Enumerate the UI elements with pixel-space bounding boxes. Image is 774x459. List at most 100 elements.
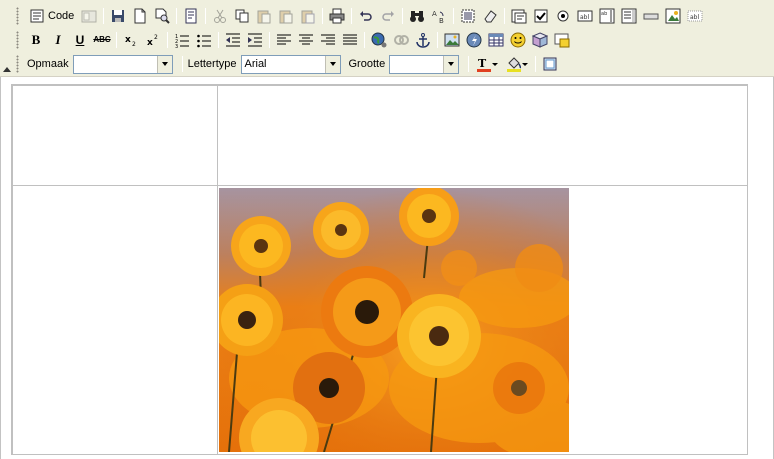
save-icon [112, 10, 125, 22]
bold-button[interactable]: B [25, 29, 47, 51]
svg-text:T: T [478, 57, 487, 70]
unordered-list-button[interactable] [193, 29, 215, 51]
templates-button[interactable] [180, 5, 202, 27]
show-blocks-button[interactable] [539, 53, 561, 75]
toolbar-separator [437, 32, 438, 48]
align-center-button[interactable] [295, 29, 317, 51]
flower-image[interactable] [219, 188, 569, 452]
panes-icon [81, 10, 97, 23]
save-button[interactable] [107, 5, 129, 27]
button-field-button[interactable] [640, 5, 662, 27]
code-view-button[interactable]: Code [25, 5, 78, 27]
strikethrough-button[interactable]: ABC [91, 29, 113, 51]
cut-button[interactable] [209, 5, 231, 27]
remove-link-button[interactable] [390, 29, 412, 51]
toolbar-grip[interactable] [16, 7, 19, 25]
editor-content-area[interactable] [0, 77, 774, 459]
checkbox-button[interactable] [530, 5, 552, 27]
new-document-button[interactable] [129, 5, 151, 27]
insert-image-button[interactable] [441, 29, 463, 51]
ordered-list-button[interactable]: 123 [171, 29, 193, 51]
svg-text:A: A [432, 10, 437, 18]
size-value [390, 56, 443, 73]
copy-button[interactable] [231, 5, 253, 27]
paste-text-button[interactable] [275, 5, 297, 27]
chevron-down-icon [522, 63, 528, 66]
insert-flash-button[interactable] [463, 29, 485, 51]
svg-text:B: B [439, 17, 444, 24]
chevron-down-icon[interactable] [156, 55, 172, 73]
binoculars-icon [410, 11, 425, 22]
underline-button[interactable]: U [69, 29, 91, 51]
replace-icon: AB [432, 10, 444, 24]
toolbar-collapse-icon[interactable] [2, 64, 12, 74]
align-left-icon [277, 34, 291, 45]
radio-button[interactable] [552, 5, 574, 27]
toolbar-grip[interactable] [16, 31, 19, 49]
print-preview-button[interactable] [151, 5, 173, 27]
anchor-button[interactable] [412, 29, 434, 51]
insert-table-button[interactable] [485, 29, 507, 51]
toolbar-separator [322, 8, 324, 24]
image-button-field-button[interactable] [662, 5, 684, 27]
toolbar-separator [176, 8, 178, 24]
undo-button[interactable] [355, 5, 377, 27]
editor-toolbar: Code A B abl ab abl B I U ABC x 2 x 2 1 … [0, 0, 774, 77]
redo-button[interactable] [377, 5, 399, 27]
font-select[interactable]: Arial [240, 54, 341, 74]
select-all-button[interactable] [457, 5, 479, 27]
outdent-button[interactable] [222, 29, 244, 51]
background-color-button[interactable] [502, 53, 532, 75]
print-button[interactable] [326, 5, 348, 27]
chevron-down-icon[interactable] [324, 55, 340, 73]
table-cell[interactable] [217, 85, 748, 186]
toolbar-grip[interactable] [16, 55, 19, 73]
size-select[interactable] [389, 54, 460, 74]
toolbar-separator [181, 56, 183, 72]
font-value: Arial [244, 57, 267, 70]
button-field-icon [643, 13, 659, 20]
preview-panes-button[interactable] [78, 5, 100, 27]
paint-bucket-icon [507, 57, 522, 72]
select-field-button[interactable] [618, 5, 640, 27]
text-field-button[interactable]: abl [574, 5, 596, 27]
paste-word-button[interactable] [297, 5, 319, 27]
format-select[interactable] [72, 54, 173, 74]
paste-button[interactable] [253, 5, 275, 27]
superscript-button[interactable]: x2 [142, 29, 164, 51]
align-right-button[interactable] [317, 29, 339, 51]
template-icon [185, 8, 197, 24]
indent-button[interactable] [244, 29, 266, 51]
textarea-icon: ab [599, 8, 615, 24]
numbered-list-icon: 123 [175, 34, 189, 48]
table-cell[interactable] [12, 85, 218, 186]
align-left-button[interactable] [273, 29, 295, 51]
text-color-button[interactable]: T [472, 53, 502, 75]
insert-link-button[interactable] [368, 29, 390, 51]
bold-icon: B [31, 32, 41, 47]
hidden-field-button[interactable]: abl [684, 5, 706, 27]
insert-special-char-button[interactable] [529, 29, 551, 51]
chevron-down-icon [492, 63, 498, 66]
table-cell[interactable] [12, 185, 218, 455]
form-button[interactable] [508, 5, 530, 27]
image-icon [444, 33, 460, 47]
format-value [74, 56, 157, 73]
insert-smiley-button[interactable] [507, 29, 529, 51]
chevron-down-icon[interactable] [443, 55, 459, 73]
image-button-icon [665, 8, 681, 24]
insert-form-element-button[interactable] [551, 29, 573, 51]
globe-link-icon [371, 32, 387, 48]
select-all-icon [461, 9, 475, 23]
eraser-icon [484, 10, 497, 23]
find-button[interactable] [406, 5, 428, 27]
textarea-button[interactable]: ab [596, 5, 618, 27]
remove-format-button[interactable] [479, 5, 501, 27]
svg-text:abl: abl [690, 14, 699, 21]
align-justify-button[interactable] [339, 29, 361, 51]
italic-button[interactable]: I [47, 29, 69, 51]
replace-button[interactable]: AB [428, 5, 450, 27]
italic-icon: I [55, 32, 61, 47]
subscript-icon: x2 [125, 35, 136, 48]
subscript-button[interactable]: x2 [120, 29, 142, 51]
